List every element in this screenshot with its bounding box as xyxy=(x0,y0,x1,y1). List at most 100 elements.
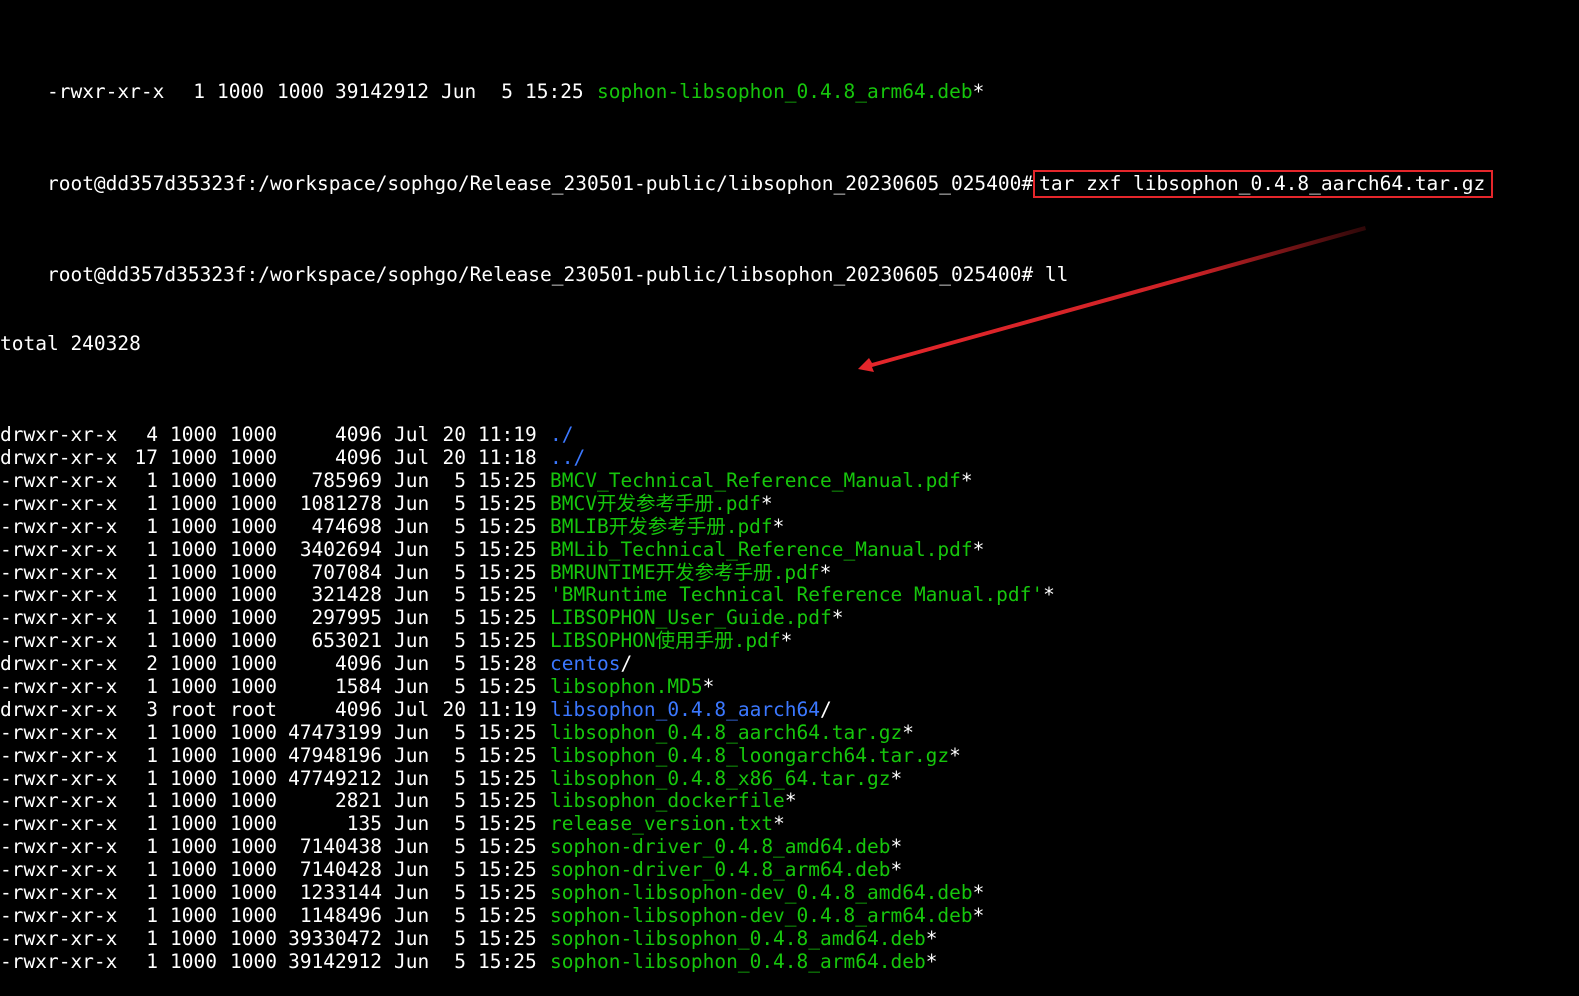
link-count: 1 xyxy=(146,606,158,630)
file-name[interactable]: BMCV_Technical_Reference_Manual.pdf xyxy=(550,469,961,492)
link-count: 1 xyxy=(146,583,158,607)
file-owner: 1000 xyxy=(170,812,217,836)
command-text: tar zxf libsophon_0.4.8_aarch64.tar.gz xyxy=(1039,172,1486,196)
listing-row: -rwxr-xr-x 1 1000 1000 1081278 Jun 5 15:25 BMCV开… xyxy=(0,491,1579,516)
file-size: 2821 xyxy=(335,789,382,813)
file-suffix: / xyxy=(820,697,832,721)
file-name[interactable]: LIBSOPHON使用手册.pdf xyxy=(550,629,781,652)
file-name[interactable]: ./ xyxy=(550,423,573,446)
listing-row: -rwxr-xr-x 1 1000 1000 474698 Jun 5 15:25 BMLIB开… xyxy=(0,514,1579,539)
file-time: 15:25 xyxy=(478,949,537,973)
file-month: Jun xyxy=(440,79,477,103)
file-size: 135 xyxy=(346,812,382,836)
file-day: 20 xyxy=(442,423,466,447)
file-name[interactable]: 'BMRuntime Technical Reference Manual.pd… xyxy=(550,583,1043,606)
file-name[interactable]: BMLIB开发参考手册.pdf xyxy=(550,515,773,538)
file-time: 11:18 xyxy=(478,446,537,470)
file-name[interactable]: sophon-driver_0.4.8_amd64.deb xyxy=(550,835,890,858)
file-owner: 1000 xyxy=(216,79,264,103)
file-group: 1000 xyxy=(276,79,324,103)
file-time: 15:25 xyxy=(478,880,537,904)
file-permissions: drwxr-xr-x xyxy=(0,697,118,721)
file-day: 5 xyxy=(501,79,513,103)
file-day: 5 xyxy=(454,629,466,653)
link-count: 1 xyxy=(146,858,158,882)
file-name[interactable]: libsophon_0.4.8_loongarch64.tar.gz xyxy=(550,744,949,767)
file-day: 5 xyxy=(454,514,466,538)
link-count: 1 xyxy=(146,743,158,767)
file-name[interactable]: centos xyxy=(550,652,620,675)
file-suffix: * xyxy=(773,812,785,836)
file-name[interactable]: BMLib_Technical_Reference_Manual.pdf xyxy=(550,538,973,561)
file-owner: 1000 xyxy=(170,446,217,470)
file-time: 15:25 xyxy=(478,560,537,584)
file-month: Jul xyxy=(394,697,430,721)
file-suffix: * xyxy=(902,720,914,744)
file-size: 653021 xyxy=(311,629,382,653)
file-owner: 1000 xyxy=(170,903,217,927)
link-count: 1 xyxy=(146,812,158,836)
file-name[interactable]: libsophon_0.4.8_x86_64.tar.gz xyxy=(550,767,890,790)
file-name[interactable]: libsophon.MD5 xyxy=(550,675,703,698)
file-day: 5 xyxy=(454,789,466,813)
file-permissions: -rwxr-xr-x xyxy=(0,766,118,790)
file-owner: 1000 xyxy=(170,560,217,584)
file-name[interactable]: ../ xyxy=(550,446,585,469)
listing-row: -rwxr-xr-x 1 1000 1000 321428 Jun 5 15:25 'BMRun… xyxy=(0,583,1579,607)
file-month: Jun xyxy=(394,903,430,927)
file-name[interactable]: libsophon_0.4.8_aarch64.tar.gz xyxy=(550,721,902,744)
link-count: 3 xyxy=(146,697,158,721)
file-time: 15:25 xyxy=(478,926,537,950)
file-name[interactable]: sophon-driver_0.4.8_arm64.deb xyxy=(550,858,890,881)
file-name[interactable]: sophon-libsophon_0.4.8_arm64.deb xyxy=(550,950,926,973)
file-owner: 1000 xyxy=(170,583,217,607)
file-day: 5 xyxy=(454,880,466,904)
file-permissions: -rwxr-xr-x xyxy=(0,606,118,630)
file-name[interactable]: sophon-libsophon_0.4.8_amd64.deb xyxy=(550,927,926,950)
file-group: 1000 xyxy=(230,446,277,470)
file-suffix: * xyxy=(890,858,903,882)
file-size: 707084 xyxy=(311,560,382,584)
listing-row: -rwxr-xr-x 1 1000 1000 297995 Jun 5 15:25 LIBSOP… xyxy=(0,606,1579,630)
file-name[interactable]: libsophon_0.4.8_aarch64 xyxy=(550,698,820,721)
file-time: 15:25 xyxy=(478,835,537,859)
file-suffix: / xyxy=(620,652,633,676)
file-month: Jun xyxy=(394,674,430,698)
file-group: 1000 xyxy=(230,423,277,447)
file-month: Jun xyxy=(394,629,430,653)
listing-row: -rwxr-xr-x 1 1000 1000 653021 Jun 5 15:25 LIBSOP… xyxy=(0,629,1579,653)
file-month: Jun xyxy=(394,835,430,859)
file-owner: 1000 xyxy=(170,766,217,790)
file-suffix: * xyxy=(890,835,903,859)
file-time: 15:25 xyxy=(478,606,537,630)
terminal-window[interactable]: -rwxr-xr-x 1 1000 1000 39142912 Jun 5 15:25 soph… xyxy=(0,0,1579,996)
file-owner: 1000 xyxy=(170,789,217,813)
file-name[interactable]: release_version.txt xyxy=(550,812,773,835)
file-name[interactable]: BMCV开发参考手册.pdf xyxy=(550,492,761,515)
file-suffix: * xyxy=(772,514,785,538)
file-suffix: * xyxy=(949,743,961,767)
link-count: 1 xyxy=(146,491,158,515)
listing-row: -rwxr-xr-x 1 1000 1000 7140438 Jun 5 15:25 sopho… xyxy=(0,835,1579,859)
file-time: 15:25 xyxy=(478,903,537,927)
file-owner: 1000 xyxy=(170,468,217,492)
file-name[interactable]: LIBSOPHON_User_Guide.pdf xyxy=(550,606,832,629)
file-group: 1000 xyxy=(230,583,277,607)
file-month: Jun xyxy=(394,926,430,950)
file-name[interactable]: libsophon_dockerfile xyxy=(550,789,785,812)
file-permissions: -rwxr-xr-x xyxy=(0,743,118,767)
file-group: 1000 xyxy=(230,903,277,927)
listing-row: -rwxr-xr-x 1 1000 1000 135 Jun 5 15:25 release_v… xyxy=(0,812,1579,836)
file-group: root xyxy=(230,697,277,721)
link-count: 1 xyxy=(146,926,158,950)
file-group: 1000 xyxy=(230,880,277,904)
file-month: Jun xyxy=(394,537,430,561)
link-count: 1 xyxy=(146,468,158,492)
file-name[interactable]: sophon-libsophon-dev_0.4.8_arm64.deb xyxy=(550,904,973,927)
file-size: 297995 xyxy=(311,606,382,630)
shell-prompt: root@dd357d35323f:/workspace/sophgo/Rele… xyxy=(46,172,1034,196)
listing-row: -rwxr-xr-x 1 1000 1000 47749212 Jun 5 15:25 libs… xyxy=(0,766,1579,791)
file-time: 15:25 xyxy=(478,743,537,767)
file-name[interactable]: sophon-libsophon-dev_0.4.8_amd64.deb xyxy=(550,881,973,904)
file-name[interactable]: BMRUNTIME开发参考手册.pdf xyxy=(550,561,820,584)
